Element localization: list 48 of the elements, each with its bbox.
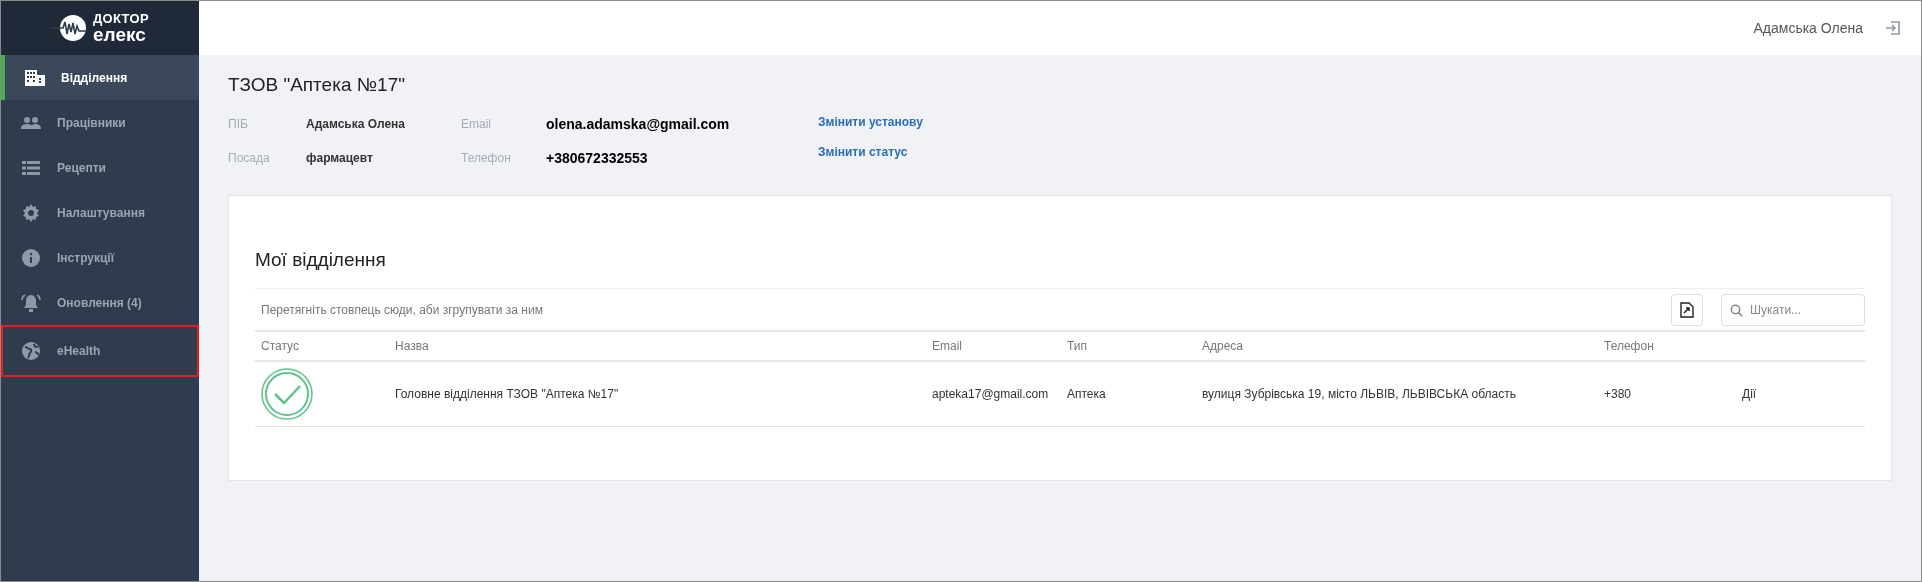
info-icon xyxy=(22,248,40,267)
field-label: Телефон xyxy=(461,150,512,167)
group-hint: Перетягніть стовпець сюди, аби згрупувати за ним xyxy=(261,301,543,319)
export-icon xyxy=(1680,301,1694,318)
column-header[interactable]: Тип xyxy=(1061,337,1087,355)
search-field[interactable]: Шукати... xyxy=(1721,293,1865,326)
field-label: ПІБ xyxy=(228,116,249,133)
nav-item[interactable]: Відділення xyxy=(1,55,199,100)
bell-icon xyxy=(21,293,41,312)
table-cell-text: Аптека xyxy=(1066,386,1106,403)
logo-icon xyxy=(51,14,89,42)
field-value: Адамська Олена xyxy=(306,116,406,133)
nav-item[interactable]: Рецепти xyxy=(1,145,199,190)
column-header[interactable]: Статус xyxy=(255,337,299,355)
action-link[interactable]: Змінити установу xyxy=(818,113,923,131)
nav-item[interactable]: Інструкції xyxy=(1,235,199,280)
column-header[interactable]: Адреса xyxy=(1196,337,1244,355)
field-value: фармацевт xyxy=(306,150,374,167)
gear-icon xyxy=(22,203,40,222)
search-icon xyxy=(1730,303,1743,317)
table-cell-text: apteka17@gmail.com xyxy=(931,386,1049,403)
table-cell-text: Головне відділення ТЗОВ "Аптека №17" xyxy=(394,386,619,403)
list-icon xyxy=(22,160,40,175)
field-value: olena.adamska@gmail.com xyxy=(546,114,731,134)
export-button[interactable] xyxy=(1671,293,1703,326)
section-title: Мої відділення xyxy=(255,247,387,272)
logo-text: елекс xyxy=(93,25,146,44)
nav-item[interactable]: Працівники xyxy=(1,100,199,145)
building-icon xyxy=(25,69,45,86)
table-cell-text: +380 xyxy=(1603,386,1632,403)
table-cell-text: вулиця Зубрівська 19, місто ЛЬВІВ, ЛЬВІВСЬКА область xyxy=(1201,386,1516,403)
field-label: Email xyxy=(461,116,492,133)
organization-title: ТЗОВ "Аптека №17" xyxy=(228,73,406,97)
action-link[interactable]: Змінити статус xyxy=(818,143,923,161)
nav-item[interactable]: Оновлення (4) xyxy=(1,280,199,325)
column-header[interactable]: Телефон xyxy=(1598,337,1654,355)
column-header[interactable]: Назва xyxy=(389,337,429,355)
logo-text: ДОКТОР xyxy=(93,12,149,25)
nav-item[interactable]: Налаштування xyxy=(1,190,199,235)
field-value: +380672332553 xyxy=(546,148,649,168)
people-icon xyxy=(21,116,41,129)
column-header[interactable]: Email xyxy=(926,337,962,355)
field-label: Посада xyxy=(228,150,271,167)
globe-icon xyxy=(22,342,40,360)
nav-item[interactable]: eHealth xyxy=(1,325,199,377)
actions-link[interactable]: Дії xyxy=(1742,385,1757,403)
user-name[interactable]: Адамська Олена xyxy=(1753,17,1863,39)
logout-icon[interactable] xyxy=(1885,20,1901,36)
